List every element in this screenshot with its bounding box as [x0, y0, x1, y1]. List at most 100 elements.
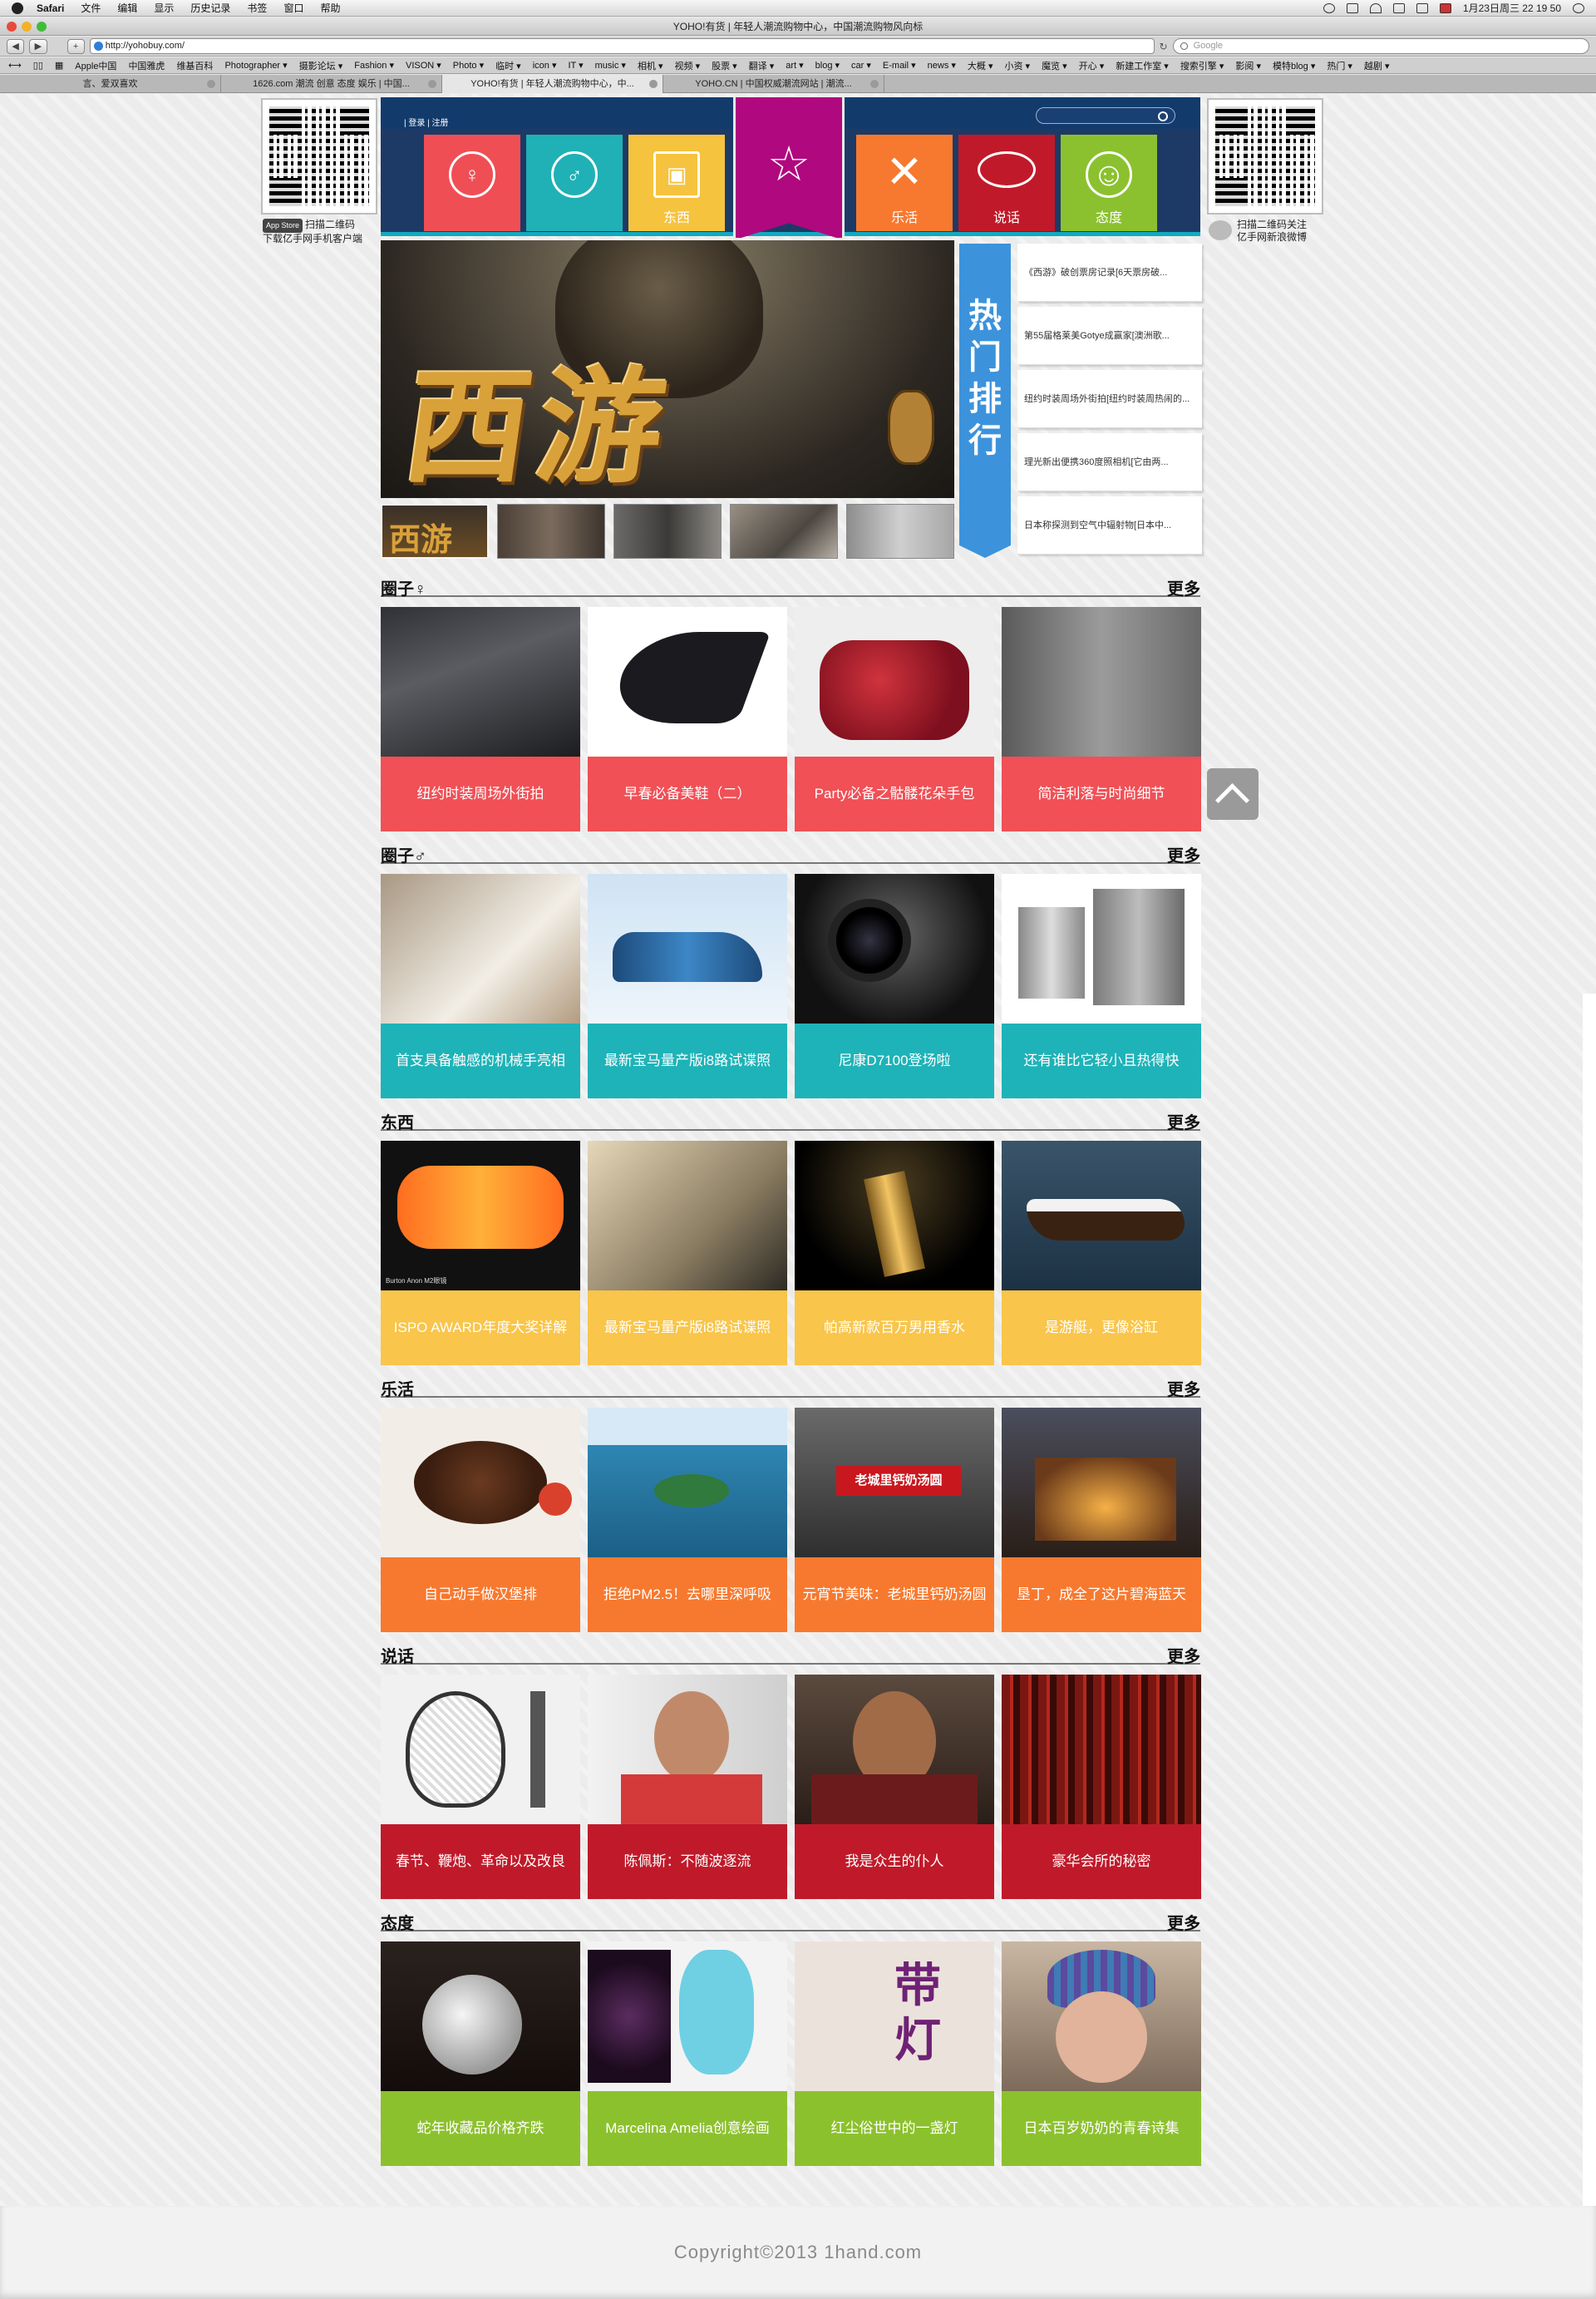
bookmark-item[interactable]: 大概 ▾: [968, 59, 993, 72]
bookmark-item[interactable]: 中国雅虎: [128, 59, 165, 72]
article-card[interactable]: 是游艇，更像浴缸: [1002, 1141, 1201, 1365]
clock[interactable]: 1月23日周三 22 19 50: [1463, 1, 1561, 15]
bookmark-item[interactable]: 魔览 ▾: [1042, 59, 1067, 72]
menu-bookmarks[interactable]: 书签: [247, 1, 267, 15]
article-card[interactable]: 尼康D7100登场啦: [795, 874, 994, 1098]
bookmark-item[interactable]: 越剧 ▾: [1364, 59, 1390, 72]
back-button[interactable]: ◀: [7, 38, 25, 54]
bookmark-item[interactable]: icon ▾: [533, 60, 557, 71]
bookmark-item[interactable]: art ▾: [786, 60, 803, 71]
browser-tab[interactable]: 1626.com 潮流 创意 态度 娱乐 | 中国...: [221, 75, 442, 93]
forward-button[interactable]: ▶: [29, 38, 47, 54]
reading-list-icon[interactable]: ⟷: [8, 60, 22, 71]
carousel-thumb[interactable]: [613, 504, 722, 559]
bookmark-item[interactable]: 维基百科: [176, 59, 213, 72]
hot-item[interactable]: 纽约时装周场外街拍[纽约时装周热闹的...: [1017, 370, 1202, 428]
article-card[interactable]: 首支具备触感的机械手亮相: [381, 874, 580, 1098]
tray-icon[interactable]: [1346, 2, 1358, 13]
add-bookmark-button[interactable]: +: [66, 38, 85, 54]
bookmark-item[interactable]: 视频 ▾: [675, 59, 701, 72]
close-tab-icon[interactable]: [870, 80, 879, 88]
bookmark-item[interactable]: music ▾: [595, 60, 626, 71]
bookmark-item[interactable]: Photographer ▾: [224, 60, 287, 71]
nav-male[interactable]: ♂: [526, 135, 623, 231]
bookmark-item[interactable]: 相机 ▾: [638, 59, 663, 72]
menu-history[interactable]: 历史记录: [190, 1, 230, 15]
article-card[interactable]: 拒绝PM2.5！去哪里深呼吸: [588, 1408, 787, 1632]
menu-app[interactable]: Safari: [37, 2, 64, 14]
article-card[interactable]: 帕高新款百万男用香水: [795, 1141, 994, 1365]
back-to-top-button[interactable]: [1207, 768, 1259, 820]
nav-talk[interactable]: ◯ 说话: [958, 135, 1055, 231]
article-card[interactable]: 豪华会所的秘密: [1002, 1675, 1201, 1899]
hot-item[interactable]: 第55届格莱美Gotye成赢家[澳洲歌...: [1017, 307, 1202, 365]
flag-icon[interactable]: [1439, 2, 1451, 13]
bookmark-item[interactable]: 临时 ▾: [495, 59, 521, 72]
more-link[interactable]: 更多: [1167, 1910, 1200, 1934]
nav-home-star[interactable]: ☆: [733, 97, 845, 240]
article-card[interactable]: 简洁利落与时尚细节: [1002, 607, 1201, 831]
browser-tab-active[interactable]: YOHO!有货 | 年轻人潮流购物中心，中...: [442, 75, 663, 93]
bookmark-item[interactable]: news ▾: [928, 60, 956, 71]
bookmark-item[interactable]: E-mail ▾: [883, 60, 916, 71]
wifi-icon[interactable]: [1369, 2, 1382, 13]
bookmark-item[interactable]: car ▾: [851, 60, 871, 71]
spotlight-icon[interactable]: [1573, 2, 1584, 13]
nav-lohas[interactable]: ✕ 乐活: [856, 135, 953, 231]
bookmarks-icon[interactable]: ▯▯: [33, 60, 43, 71]
article-card[interactable]: Party必备之骷髅花朵手包: [795, 607, 994, 831]
bookmark-item[interactable]: 小资 ▾: [1005, 59, 1031, 72]
app-store-badge[interactable]: App Store: [263, 219, 303, 233]
weibo-icon[interactable]: [1209, 220, 1232, 240]
article-card[interactable]: Burton Anon M2眼镜 ISPO AWARD年度大奖详解: [381, 1141, 580, 1365]
bookmark-item[interactable]: Fashion ▾: [354, 60, 394, 71]
close-tab-icon[interactable]: [428, 80, 436, 88]
bookmark-item[interactable]: VISON ▾: [406, 60, 441, 71]
bookmark-item[interactable]: 影阅 ▾: [1235, 59, 1261, 72]
scrollbar-track[interactable]: [1583, 994, 1596, 2208]
carousel-thumb[interactable]: [846, 504, 954, 559]
hero-carousel-image[interactable]: 西游: [381, 240, 954, 498]
site-search-input[interactable]: [1036, 107, 1175, 124]
bookmark-item[interactable]: 新建工作室 ▾: [1116, 59, 1169, 72]
article-card[interactable]: 我是众生的仆人: [795, 1675, 994, 1899]
display-icon[interactable]: [1392, 2, 1405, 13]
bookmark-item[interactable]: blog ▾: [815, 60, 840, 71]
bookmark-item[interactable]: Apple中国: [75, 59, 116, 72]
nav-attitude[interactable]: ☺ 态度: [1061, 135, 1157, 231]
more-link[interactable]: 更多: [1167, 1643, 1200, 1667]
article-card[interactable]: 自己动手做汉堡排: [381, 1408, 580, 1632]
minimize-window-icon[interactable]: [22, 22, 32, 32]
more-link[interactable]: 更多: [1167, 1376, 1200, 1400]
hot-item[interactable]: 日本称探测到空气中辐射物[日本中...: [1017, 496, 1202, 555]
register-link[interactable]: 注册: [432, 119, 449, 128]
bookmark-item[interactable]: 摄影论坛 ▾: [299, 59, 343, 72]
article-card[interactable]: 蛇年收藏品价格齐跌: [381, 1941, 580, 2166]
close-tab-icon[interactable]: [649, 80, 658, 88]
menu-edit[interactable]: 编辑: [117, 1, 137, 15]
article-card[interactable]: 还有谁比它轻小且热得快: [1002, 874, 1201, 1098]
article-card[interactable]: 日本百岁奶奶的青春诗集: [1002, 1941, 1201, 2166]
bookmark-item[interactable]: 开心 ▾: [1079, 59, 1105, 72]
volume-icon[interactable]: [1416, 2, 1428, 13]
nav-things[interactable]: ▣ 东西: [628, 135, 725, 231]
qq-icon[interactable]: [1323, 2, 1335, 13]
article-card[interactable]: 陈佩斯：不随波逐流: [588, 1675, 787, 1899]
carousel-thumb[interactable]: 西游: [381, 504, 489, 559]
carousel-thumb[interactable]: [497, 504, 605, 559]
article-card[interactable]: 最新宝马量产版i8路试谍照: [588, 1141, 787, 1365]
zoom-window-icon[interactable]: [37, 22, 47, 32]
menu-view[interactable]: 显示: [154, 1, 174, 15]
top-sites-icon[interactable]: ▦: [55, 60, 63, 71]
reload-icon[interactable]: ↻: [1160, 41, 1168, 52]
apple-icon[interactable]: [12, 2, 23, 14]
menu-window[interactable]: 窗口: [283, 1, 303, 15]
bookmark-item[interactable]: 热门 ▾: [1327, 59, 1352, 72]
hot-item[interactable]: 《西游》破创票房记录[6天票房破...: [1017, 244, 1202, 302]
hot-item[interactable]: 理光新出便携360度照相机[它由两...: [1017, 433, 1202, 491]
article-card[interactable]: 老城里钙奶汤圆 元宵节美味：老城里钙奶汤圆: [795, 1408, 994, 1632]
menu-file[interactable]: 文件: [81, 1, 101, 15]
menu-help[interactable]: 帮助: [320, 1, 340, 15]
article-card[interactable]: Marcelina Amelia创意绘画: [588, 1941, 787, 2166]
bookmark-item[interactable]: 股票 ▾: [712, 59, 737, 72]
